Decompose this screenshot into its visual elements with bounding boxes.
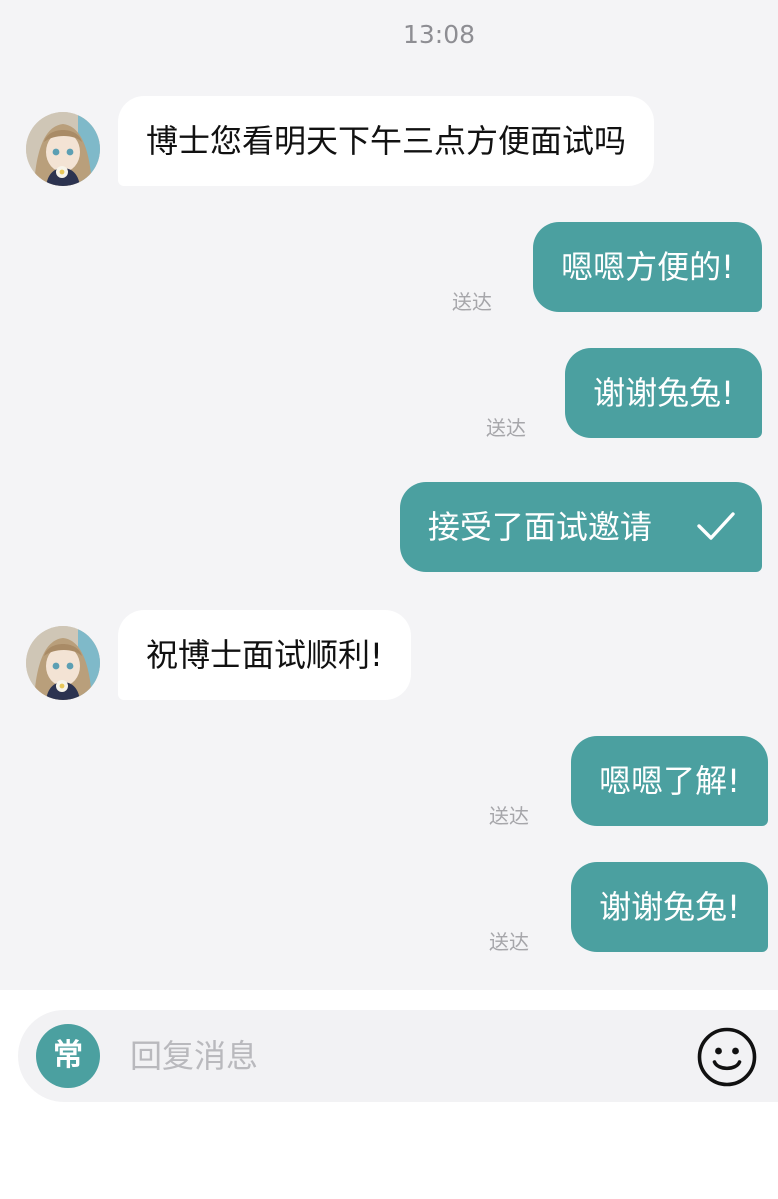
- contact-avatar[interactable]: [26, 112, 100, 186]
- message-text: 博士您看明天下午三点方便面试吗: [146, 122, 627, 160]
- outgoing-message-bubble[interactable]: 谢谢兔兔!: [571, 862, 768, 952]
- delivery-status: 送达: [452, 290, 492, 314]
- check-icon: [697, 512, 735, 540]
- composer-bar: 常: [0, 990, 778, 1199]
- incoming-message-bubble[interactable]: 祝博士面试顺利!: [118, 610, 411, 700]
- message-text: 嗯嗯了解!: [599, 762, 740, 800]
- message-text: 接受了面试邀请: [427, 508, 652, 546]
- delivery-status: 送达: [486, 416, 526, 440]
- reply-input[interactable]: [130, 1030, 670, 1082]
- contact-avatar[interactable]: [26, 626, 100, 700]
- chat-area: 13:08 博士您看明天下午三点方便面试吗 送达 嗯嗯方便的! 送达 谢谢兔兔!…: [0, 0, 778, 990]
- avatar-portrait-icon: [26, 626, 100, 700]
- timestamp: 13:08: [402, 20, 476, 49]
- outgoing-message-bubble[interactable]: 嗯嗯方便的!: [533, 222, 762, 312]
- message-text: 谢谢兔兔!: [593, 374, 734, 412]
- avatar-portrait-icon: [26, 112, 100, 186]
- incoming-message-bubble[interactable]: 博士您看明天下午三点方便面试吗: [118, 96, 655, 186]
- message-text: 祝博士面试顺利!: [146, 636, 383, 674]
- delivery-status: 送达: [489, 804, 529, 828]
- outgoing-message-bubble[interactable]: 谢谢兔兔!: [565, 348, 762, 438]
- message-text: 谢谢兔兔!: [599, 888, 740, 926]
- smiley-icon[interactable]: [696, 1026, 758, 1088]
- outgoing-message-bubble[interactable]: 嗯嗯了解!: [571, 736, 768, 826]
- composer-input-pill[interactable]: 常: [18, 1010, 778, 1102]
- message-text: 嗯嗯方便的!: [561, 248, 734, 286]
- interview-accepted-bubble[interactable]: 接受了面试邀请: [399, 482, 762, 572]
- delivery-status: 送达: [489, 930, 529, 954]
- quick-reply-button[interactable]: 常: [36, 1024, 100, 1088]
